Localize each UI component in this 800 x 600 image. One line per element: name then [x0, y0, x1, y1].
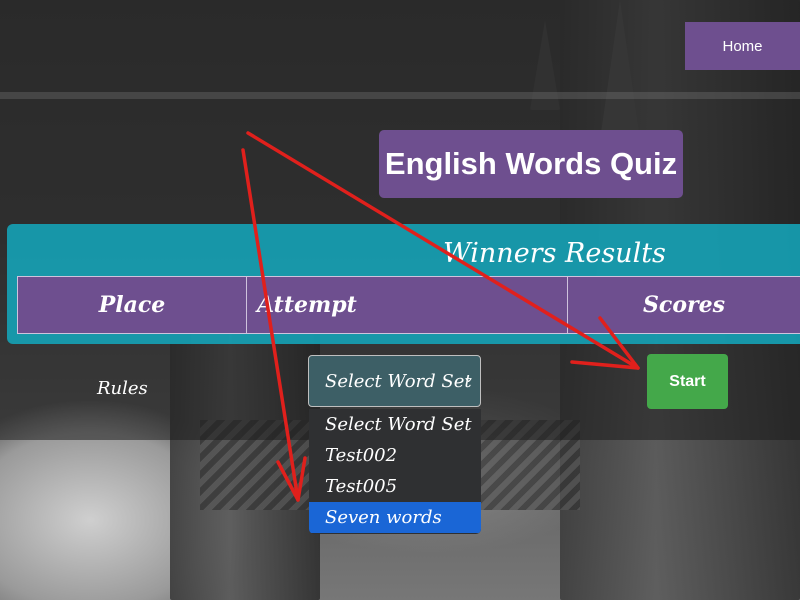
chevron-down-icon: ⌄ — [463, 371, 474, 386]
home-button[interactable]: Home — [685, 22, 800, 70]
word-set-dropdown: Select Word Set Test002 Test005 Seven wo… — [309, 409, 481, 534]
column-header-place: Place — [17, 276, 247, 334]
results-table: Place Attempt Scores — [17, 276, 800, 334]
start-button[interactable]: Start — [647, 354, 728, 409]
page-title: English Words Quiz — [379, 130, 683, 198]
results-title: Winners Results — [443, 238, 666, 269]
option-test005[interactable]: Test005 — [309, 471, 481, 502]
rules-link[interactable]: Rules — [97, 378, 148, 399]
option-test002[interactable]: Test002 — [309, 440, 481, 471]
column-header-scores: Scores — [567, 276, 800, 334]
word-set-select[interactable]: Select Word Set ⌄ — [308, 355, 481, 407]
header-divider — [0, 92, 800, 99]
column-header-attempt: Attempt — [246, 276, 568, 334]
option-seven-words[interactable]: Seven words — [309, 502, 481, 533]
option-select-word-set[interactable]: Select Word Set — [309, 409, 481, 440]
select-value: Select Word Set — [325, 370, 472, 392]
